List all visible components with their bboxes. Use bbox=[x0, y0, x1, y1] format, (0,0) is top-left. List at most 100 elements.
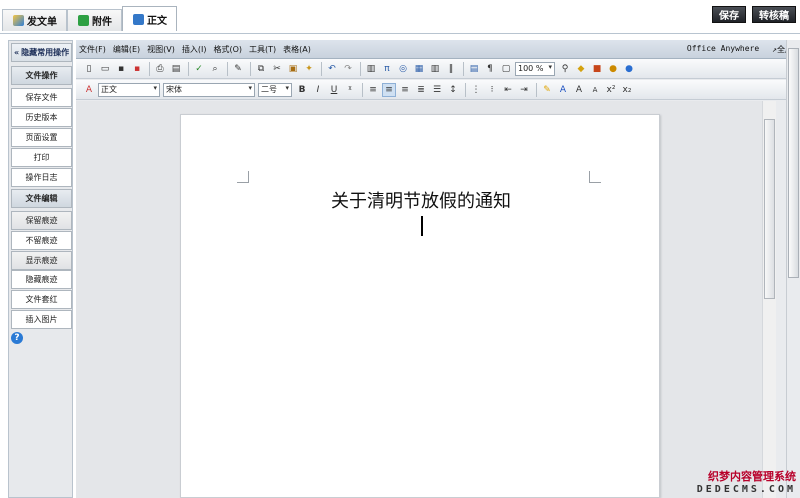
redo-icon[interactable]: ↷ bbox=[341, 62, 355, 76]
bulleted-list-icon[interactable]: ⁝ bbox=[485, 83, 499, 97]
text-direction-icon[interactable]: ‖ bbox=[444, 62, 458, 76]
styles-icon[interactable]: A bbox=[82, 83, 96, 97]
field-icon[interactable]: ▥ bbox=[364, 62, 378, 76]
tab-body-text[interactable]: 正文 bbox=[122, 6, 177, 31]
red-header-button[interactable]: 文件套红 bbox=[11, 290, 72, 309]
undo-icon[interactable]: ↶ bbox=[325, 62, 339, 76]
highlight-icon[interactable]: ✎ bbox=[540, 83, 554, 97]
open-icon[interactable]: ▭ bbox=[98, 62, 112, 76]
page-scrollbar-thumb[interactable] bbox=[788, 48, 799, 278]
tab-label: 正文 bbox=[147, 15, 167, 27]
font-color-icon[interactable]: A bbox=[556, 83, 570, 97]
align-left-icon[interactable]: ≡ bbox=[366, 83, 380, 97]
toolbar-divider bbox=[465, 82, 466, 97]
columns-icon[interactable]: ▥ bbox=[428, 62, 442, 76]
formatting-toolbar: A 正文 宋体 二号 B I U ᵡ ≡ ≡ ≡ ≣ ☰ ↕ ⋮ ⁝ ⇤ ⇥ ✎… bbox=[76, 80, 800, 100]
zoom-select[interactable]: 100 % bbox=[515, 61, 555, 76]
menu-file[interactable]: 文件(F) bbox=[79, 44, 106, 55]
copy-icon[interactable]: ⧉ bbox=[254, 62, 268, 76]
text-effects-icon[interactable]: ᵡ bbox=[343, 83, 357, 97]
save-file-button[interactable]: 保存文件 bbox=[11, 88, 72, 107]
menu-edit[interactable]: 编辑(E) bbox=[113, 44, 140, 55]
office-editor: 文件(F) 编辑(E) 视图(V) 插入(I) 格式(O) 工具(T) 表格(A… bbox=[76, 40, 800, 498]
bold-icon[interactable]: B bbox=[295, 83, 309, 97]
underline-icon[interactable]: U bbox=[327, 83, 341, 97]
zoom-value: 100 % bbox=[518, 64, 544, 73]
decrease-indent-icon[interactable]: ⇤ bbox=[501, 83, 515, 97]
italic-icon[interactable]: I bbox=[311, 83, 325, 97]
tab-label: 发文单 bbox=[27, 17, 57, 28]
document-scrollbar[interactable] bbox=[762, 101, 776, 498]
save-icon[interactable]: ▪ bbox=[114, 62, 128, 76]
brand-label: Office Anywhere bbox=[686, 44, 760, 53]
find-icon[interactable]: ⚲ bbox=[558, 62, 572, 76]
operation-log-button[interactable]: 操作日志 bbox=[11, 168, 72, 187]
menu-table[interactable]: 表格(A) bbox=[283, 44, 311, 55]
save-as-icon[interactable]: ▪ bbox=[130, 62, 144, 76]
font-select[interactable]: 宋体 bbox=[163, 82, 255, 97]
document-icon bbox=[133, 13, 144, 25]
help-icon[interactable]: ? bbox=[11, 332, 23, 344]
hide-marks-button[interactable]: 隐藏痕迹 bbox=[11, 270, 72, 289]
superscript-icon[interactable]: x² bbox=[604, 83, 618, 97]
reading-icon[interactable]: ▢ bbox=[499, 62, 513, 76]
save-button[interactable]: 保存 bbox=[712, 6, 746, 23]
shield-icon[interactable]: ◆ bbox=[574, 62, 588, 76]
double-chevron-left-icon: « bbox=[14, 48, 20, 57]
track-changes-icon[interactable]: ✎ bbox=[231, 62, 245, 76]
justify-icon[interactable]: ≣ bbox=[414, 83, 428, 97]
show-marks-button[interactable]: 显示痕迹 bbox=[11, 251, 72, 270]
line-spacing-icon[interactable]: ↕ bbox=[446, 83, 460, 97]
font-size-select[interactable]: 二号 bbox=[258, 82, 292, 97]
print-icon[interactable]: ⎙ bbox=[153, 62, 167, 76]
paste-icon[interactable]: ▣ bbox=[286, 62, 300, 76]
subscript-icon[interactable]: x₂ bbox=[620, 83, 634, 97]
grow-font-icon[interactable]: A bbox=[572, 83, 586, 97]
history-versions-button[interactable]: 历史版本 bbox=[11, 108, 72, 127]
hyperlink-icon[interactable]: ◎ bbox=[396, 62, 410, 76]
research-icon[interactable]: ⌕ bbox=[208, 62, 222, 76]
style-select[interactable]: 正文 bbox=[98, 82, 160, 97]
help-question-icon[interactable]: ● bbox=[622, 62, 636, 76]
menu-format[interactable]: 格式(O) bbox=[213, 44, 242, 55]
insert-table-icon[interactable]: ▦ bbox=[412, 62, 426, 76]
section-file-operations: 文件操作 bbox=[11, 66, 72, 85]
seal-icon[interactable]: ● bbox=[606, 62, 620, 76]
common-actions-panel: « 隐藏常用操作 文件操作 保存文件 历史版本 页面设置 打印 操作日志 文件编… bbox=[8, 40, 73, 498]
signature-icon[interactable]: ■ bbox=[590, 62, 604, 76]
print-button[interactable]: 打印 bbox=[11, 148, 72, 167]
increase-indent-icon[interactable]: ⇥ bbox=[517, 83, 531, 97]
tab-dispatch-form[interactable]: 发文单 bbox=[2, 9, 67, 31]
print-preview-icon[interactable]: ▤ bbox=[169, 62, 183, 76]
numbered-list-icon[interactable]: ⋮ bbox=[469, 83, 483, 97]
equation-icon[interactable]: π bbox=[380, 62, 394, 76]
attachment-icon bbox=[78, 15, 89, 26]
toolbar-divider bbox=[149, 61, 150, 76]
page-scrollbar[interactable] bbox=[786, 40, 800, 498]
keep-marks-button[interactable]: 保留痕迹 bbox=[11, 211, 72, 230]
format-painter-icon[interactable]: ✦ bbox=[302, 62, 316, 76]
page-setup-button[interactable]: 页面设置 bbox=[11, 128, 72, 147]
align-center-icon[interactable]: ≡ bbox=[382, 82, 396, 97]
margin-mark-top-left bbox=[237, 171, 249, 183]
watermark-line1: 织梦内容管理系统 bbox=[708, 470, 796, 483]
distribute-icon[interactable]: ☰ bbox=[430, 83, 444, 97]
document-title[interactable]: 关于清明节放假的通知 bbox=[181, 187, 661, 213]
convert-review-button[interactable]: 转核稿 bbox=[752, 6, 796, 23]
align-right-icon[interactable]: ≡ bbox=[398, 83, 412, 97]
insert-image-button[interactable]: 插入图片 bbox=[11, 310, 72, 329]
menu-insert[interactable]: 插入(I) bbox=[182, 44, 207, 55]
tab-attachment[interactable]: 附件 bbox=[67, 9, 122, 31]
show-marks-icon[interactable]: ¶ bbox=[483, 62, 497, 76]
document-scrollbar-thumb[interactable] bbox=[764, 119, 775, 299]
hide-common-actions-button[interactable]: « 隐藏常用操作 bbox=[11, 43, 72, 62]
menu-view[interactable]: 视图(V) bbox=[147, 44, 175, 55]
new-document-icon[interactable]: ▯ bbox=[82, 62, 96, 76]
spellcheck-icon[interactable]: ✓ bbox=[192, 62, 206, 76]
shrink-font-icon[interactable]: A bbox=[588, 83, 602, 97]
document-page[interactable]: 关于清明节放假的通知 bbox=[180, 114, 660, 498]
menu-tools[interactable]: 工具(T) bbox=[249, 44, 276, 55]
document-map-icon[interactable]: ▤ bbox=[467, 62, 481, 76]
no-marks-button[interactable]: 不留痕迹 bbox=[11, 231, 72, 250]
cut-icon[interactable]: ✂ bbox=[270, 62, 284, 76]
